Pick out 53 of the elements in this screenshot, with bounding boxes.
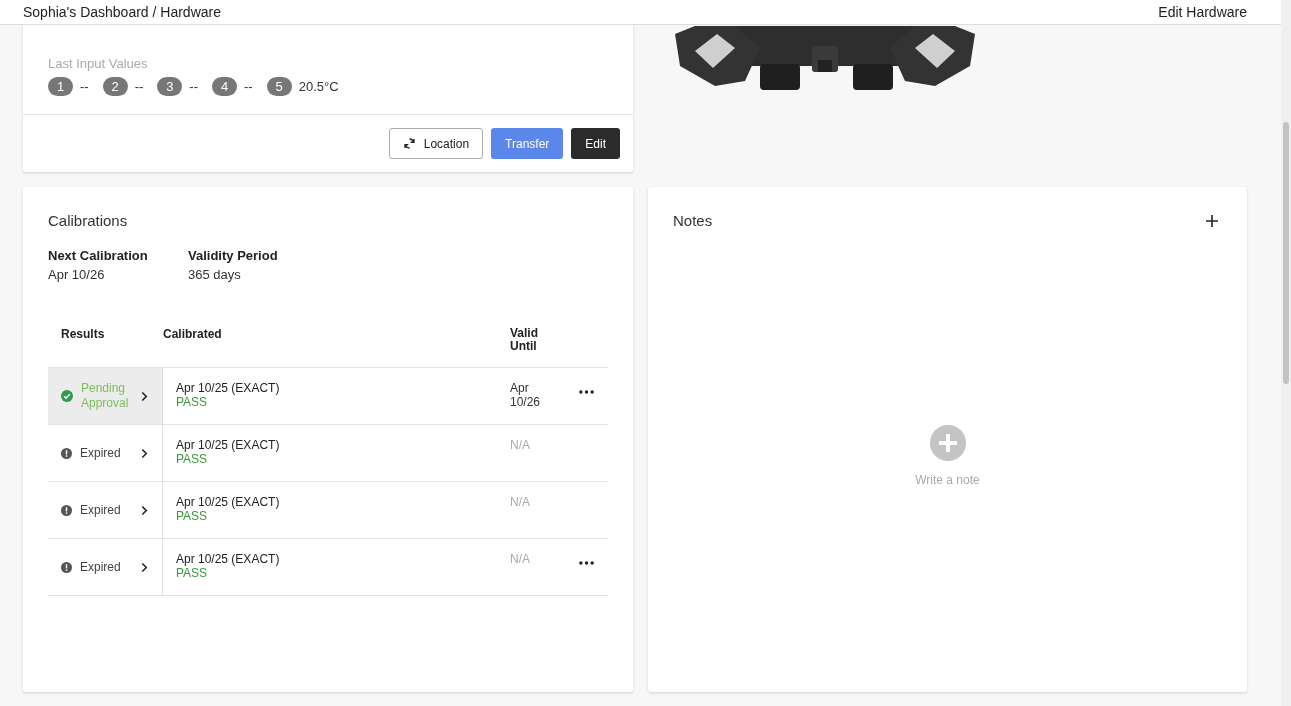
- input-number-badge: 1: [48, 77, 73, 96]
- alert-circle-icon: [61, 447, 72, 459]
- result-text: PASS: [176, 395, 209, 409]
- calibrated-date: Apr 10/25 (EXACT): [176, 552, 281, 566]
- result-text: PASS: [176, 509, 209, 523]
- calibrated-date: Apr 10/25 (EXACT): [176, 495, 281, 509]
- edit-hardware-link[interactable]: Edit Hardware: [1158, 4, 1247, 20]
- input-number-badge: 4: [212, 77, 237, 96]
- result-cell[interactable]: Expired: [48, 425, 163, 481]
- valid-until-cell-text: Apr 10/26: [510, 381, 542, 409]
- more-icon[interactable]: [579, 561, 594, 565]
- valid-until-cell-text: N/A: [510, 495, 531, 509]
- input-value: --: [134, 79, 144, 94]
- valid-until-cell-text: N/A: [510, 438, 531, 452]
- card-title: Notes: [673, 212, 713, 229]
- action-button[interactable]: Location: [388, 128, 484, 159]
- empty-notes-text: Write a note: [915, 473, 980, 487]
- summary-value: 365 days: [188, 267, 242, 282]
- action-button[interactable]: Edit: [571, 128, 620, 159]
- result-cell[interactable]: Expired: [48, 539, 163, 595]
- result-cell[interactable]: Expired: [48, 482, 163, 538]
- scrollbar[interactable]: [1281, 0, 1291, 706]
- refresh-icon: [402, 137, 416, 150]
- input-value: --: [189, 79, 198, 94]
- calibrated-date: Apr 10/25 (EXACT): [176, 438, 281, 452]
- column-header: Calibrated: [163, 326, 223, 343]
- chevron-right-icon: [141, 561, 148, 573]
- section-label: Last Input Values: [48, 56, 149, 71]
- chevron-right-icon: [141, 390, 148, 402]
- input-value: 20.5°C: [298, 79, 339, 94]
- input-number-badge: 5: [266, 77, 292, 96]
- summary-label: Validity Period: [188, 248, 279, 263]
- chevron-right-icon: [141, 504, 148, 516]
- check-circle-icon: [61, 390, 73, 402]
- input-value: --: [244, 79, 253, 94]
- result-text: PASS: [176, 452, 209, 466]
- card-title: Calibrations: [48, 212, 129, 229]
- alert-circle-icon: [61, 561, 72, 573]
- calibrated-date: Apr 10/25 (EXACT): [176, 381, 281, 395]
- column-header: Valid Until: [510, 325, 539, 355]
- result-text: PASS: [176, 566, 209, 580]
- alert-circle-icon: [61, 504, 72, 516]
- summary-value: Apr 10/26: [48, 267, 106, 282]
- input-value: --: [80, 79, 89, 94]
- summary-label: Next Calibration: [48, 248, 149, 263]
- valid-until-cell-text: N/A: [510, 552, 531, 566]
- chevron-right-icon: [141, 447, 148, 459]
- breadcrumb: Sophia's Dashboard / Hardware: [23, 4, 221, 20]
- add-icon[interactable]: [1206, 214, 1218, 227]
- input-number-badge: 2: [102, 77, 128, 96]
- more-icon[interactable]: [579, 390, 594, 394]
- column-header: Results: [60, 326, 106, 343]
- input-number-badge: 3: [157, 77, 183, 96]
